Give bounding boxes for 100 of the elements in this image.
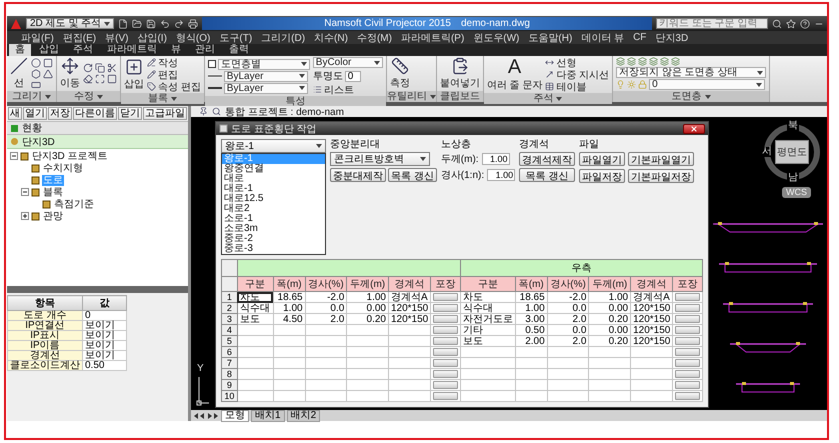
lineweight-dropdown[interactable]: ByLayer [224,82,308,94]
pavement-button[interactable] [433,348,458,356]
rotate-icon[interactable] [83,63,93,73]
dialog-button[interactable]: 목록 갱신 [519,168,576,182]
menu-item[interactable]: 수정(M) [356,30,392,44]
plot-style-dropdown[interactable]: ByColor [312,57,383,68]
annotation-tool[interactable]: 선형 [545,57,610,68]
undo-icon[interactable] [160,18,170,28]
menu-item[interactable]: CF [633,32,646,43]
menu-item[interactable]: 그리기(D) [261,30,306,44]
pavement-button[interactable] [675,392,700,400]
move-tool[interactable]: 이동 [60,57,80,90]
layer-dropdown[interactable]: 0 [649,79,766,90]
menu-item[interactable]: 도움말(H) [528,30,572,44]
menu-item[interactable]: 파일(F) [21,30,54,44]
leader-arrow-icon[interactable] [545,70,554,79]
pavement-button[interactable] [433,337,458,345]
pavement-button[interactable] [433,381,458,389]
ribbon-tab[interactable]: 홈 [9,44,31,56]
pencil-icon[interactable] [147,70,156,79]
hexagon-icon[interactable] [31,68,41,78]
list-tool[interactable]: 리스트 [312,84,383,95]
line-tool[interactable]: 선 [10,57,28,90]
menu-item[interactable]: 편집(E) [62,30,96,44]
panel-title[interactable]: 클립보드 [436,91,483,102]
pavement-button[interactable] [433,326,458,334]
expand-icon[interactable] [21,212,29,220]
menu-item[interactable]: 윈도우(W) [473,30,520,44]
pavement-button[interactable] [675,359,700,367]
layers-icon[interactable] [649,57,658,66]
block-tool[interactable]: 작성 [147,57,201,68]
viewcube-face[interactable]: 평면도 [775,140,809,164]
panel-button[interactable]: 저장 [48,107,72,120]
tree-item[interactable]: 블록 [42,186,64,198]
layout-tab[interactable]: 배치2 [286,410,320,422]
menu-item[interactable]: 삽입(I) [137,30,167,44]
open-folder-icon[interactable] [132,18,142,28]
dialog-button[interactable]: 목록 갱신 [388,168,437,182]
panel-title[interactable]: 특성 [204,96,386,107]
table-icon[interactable] [545,82,554,91]
pavement-button[interactable] [433,293,458,301]
ribbon-tab[interactable]: 주석 [67,44,99,56]
pavement-button[interactable] [433,392,458,400]
tree-item[interactable]: 관망 [42,210,64,222]
close-button[interactable] [683,124,705,134]
pencil-line-icon[interactable] [147,58,156,67]
panel-title[interactable]: 수정 [57,91,120,102]
layout-tab[interactable]: 모형 [221,410,249,422]
line-icon[interactable] [10,57,28,75]
pavement-button[interactable] [433,304,458,312]
measure-tool[interactable]: 측정 [390,57,410,90]
panel-button[interactable]: 닫기 [118,107,142,120]
ribbon-tab[interactable]: 관리 [189,44,221,56]
pavement-button[interactable] [433,359,458,367]
pavement-button[interactable] [675,370,700,378]
layer-color-dropdown[interactable]: 도면층별 [218,58,310,70]
number-field[interactable]: 1.00 [487,169,516,181]
pavement-button[interactable] [675,348,700,356]
menu-item[interactable]: 데이터 뷰 [581,30,624,44]
dialog-button[interactable]: 중분대제작 [330,168,386,182]
block-tool[interactable]: 속성 편집 [147,81,201,92]
workspace-dropdown[interactable]: 2D 제도 및 주석 [26,18,114,29]
layers-icon[interactable] [627,57,636,66]
panel-button[interactable]: 새 [8,107,22,120]
circle-icon[interactable] [31,58,41,68]
square-plus-icon[interactable] [125,58,143,76]
tree-item[interactable]: 측점기준 [53,198,95,210]
clipboard-icon[interactable] [450,57,469,75]
dimension-icon[interactable] [545,58,554,67]
help-icon[interactable] [800,18,810,28]
multiline-text-tool[interactable]: A 여러 줄 문자 [486,57,542,92]
list-icon[interactable] [312,85,322,94]
linetype-dropdown[interactable]: ByLayer [224,70,308,82]
insert-tool[interactable]: 삽입 [124,58,144,91]
pavement-button[interactable] [675,315,700,323]
annotation-tool[interactable]: 다중 지시선 [545,69,610,80]
pavement-button[interactable] [675,304,700,312]
tree-item[interactable]: 수치지형 [42,162,84,174]
road-type-dropdown[interactable]: 왕로-1 [221,139,326,153]
copy-icon[interactable] [95,63,105,73]
new-file-icon[interactable] [118,18,128,28]
print-icon[interactable] [188,18,198,28]
menu-item[interactable]: 단지3D [655,30,688,44]
collapse-icon[interactable] [21,188,29,196]
ribbon-tab[interactable]: 뷰 [165,44,187,56]
panel-title[interactable]: 주석 [484,93,612,104]
paste-tool[interactable]: 붙여넣기 [440,57,480,90]
transparency-field[interactable]: 0 [344,70,361,82]
wide-rectangle-icon[interactable] [31,80,41,90]
triangle-icon[interactable] [43,68,53,78]
pavement-button[interactable] [675,293,700,301]
search-icon[interactable] [212,107,221,116]
ribbon-tab[interactable]: 파라메트릭 [101,44,163,56]
pavement-button[interactable] [675,326,700,334]
dialog-button[interactable]: 기본파일열기 [628,152,694,166]
layers-icon[interactable] [660,57,670,66]
maximize-icon[interactable] [95,74,105,84]
tab-navigation-icon[interactable] [193,412,219,420]
menu-item[interactable]: 치수(N) [314,30,348,44]
median-dropdown[interactable]: 콘크리트방호벽 [330,152,430,166]
